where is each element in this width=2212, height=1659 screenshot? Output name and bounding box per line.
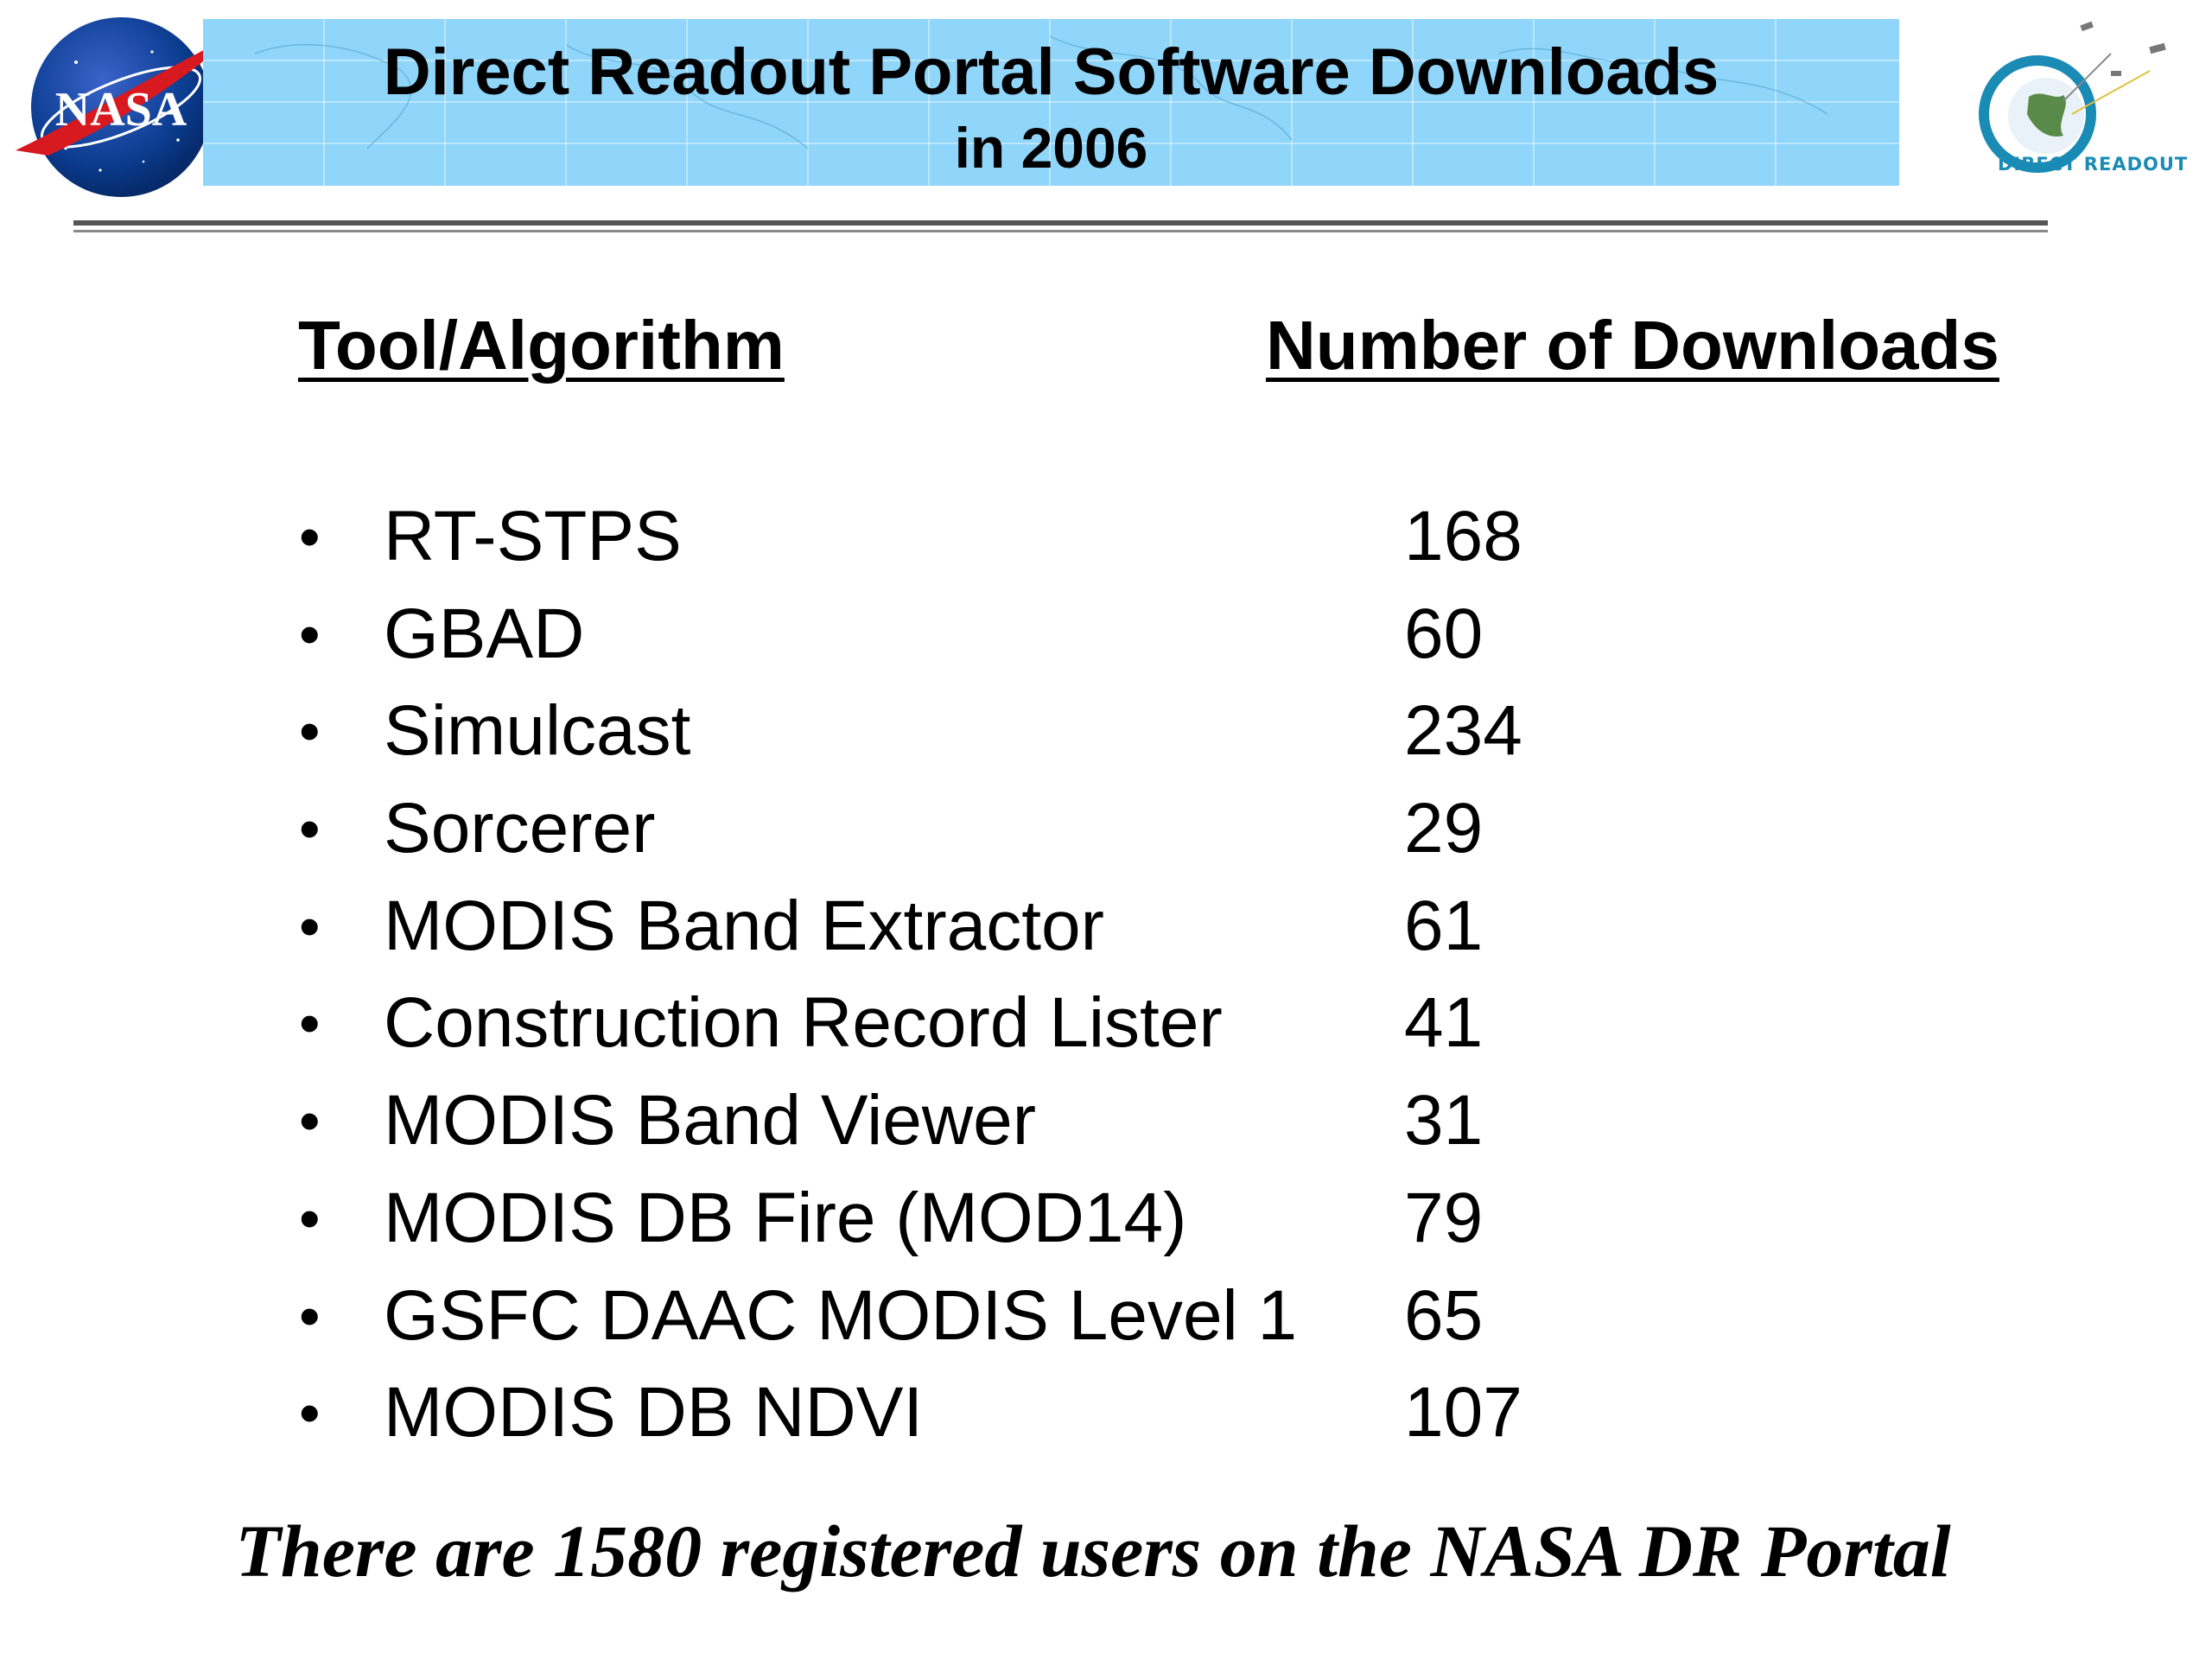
bullet: •: [299, 1281, 321, 1350]
download-count: 107: [1404, 1373, 1522, 1452]
download-count: 79: [1404, 1178, 1484, 1257]
list-item: • MODIS Band Extractor 61: [294, 878, 1590, 976]
column-header-tool: Tool/Algorithm: [298, 307, 785, 384]
direct-readout-logo-text: DIRECT READOUT: [1998, 154, 2189, 175]
download-count: 60: [1404, 594, 1484, 673]
list-item: • MODIS DB Fire (MOD14) 79: [294, 1170, 1590, 1268]
registered-users-note: There are 1580 registered users on the N…: [235, 1510, 1951, 1592]
bullet: •: [299, 1379, 321, 1447]
download-count: 29: [1404, 789, 1484, 868]
tool-name: MODIS Band Viewer: [384, 1081, 1037, 1160]
bullet: •: [299, 600, 321, 668]
download-count: 65: [1404, 1275, 1484, 1355]
tool-name: Sorcerer: [384, 789, 656, 868]
download-count: 31: [1404, 1081, 1484, 1160]
list-item: • Simulcast 234: [294, 683, 1590, 780]
bullet: •: [299, 795, 321, 863]
download-count: 41: [1404, 983, 1484, 1063]
downloads-list: • RT-STPS 168 • GBAD 60 • Simulcast 234 …: [294, 488, 1590, 1462]
tool-name: Simulcast: [384, 691, 691, 771]
list-item: • MODIS Band Viewer 31: [294, 1072, 1590, 1170]
header-divider-secondary: [73, 230, 2048, 232]
bullet: •: [299, 1184, 321, 1252]
tool-name: RT-STPS: [384, 497, 682, 575]
bullet: •: [299, 503, 321, 570]
tool-name: MODIS Band Extractor: [384, 886, 1104, 965]
list-item: • Sorcerer 29: [294, 780, 1590, 878]
list-item: • RT-STPS 168: [294, 488, 1590, 586]
title-banner: Direct Readout Portal Software Downloads…: [203, 19, 1899, 186]
download-count: 168: [1404, 497, 1522, 575]
tool-name: GBAD: [384, 594, 585, 673]
bullet: •: [299, 892, 321, 960]
bullet: •: [299, 1087, 321, 1155]
download-count: 234: [1404, 691, 1522, 771]
list-item: • Construction Record Lister 41: [294, 975, 1590, 1072]
tool-name: GSFC DAAC MODIS Level 1: [384, 1275, 1298, 1355]
bullet: •: [299, 697, 321, 766]
header-divider: [73, 220, 2048, 226]
download-count: 61: [1404, 886, 1484, 965]
list-item: • GBAD 60: [294, 586, 1590, 683]
bullet: •: [299, 989, 321, 1058]
tool-name: MODIS DB NDVI: [384, 1373, 924, 1452]
column-header-downloads: Number of Downloads: [1266, 307, 1999, 384]
tool-name: MODIS DB Fire (MOD14): [384, 1178, 1187, 1257]
svg-text:NASA: NASA: [55, 83, 188, 137]
list-item: • MODIS DB NDVI 107: [294, 1364, 1590, 1462]
page-title: Direct Readout Portal Software Downloads: [383, 35, 1719, 109]
list-item: • GSFC DAAC MODIS Level 1 65: [294, 1268, 1590, 1365]
tool-name: Construction Record Lister: [384, 983, 1223, 1063]
page-subtitle: in 2006: [954, 116, 1148, 180]
